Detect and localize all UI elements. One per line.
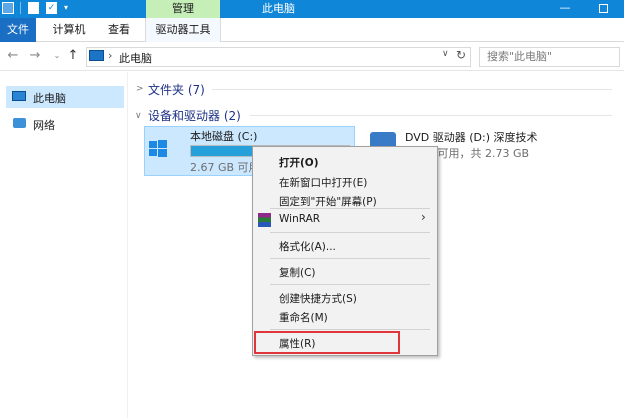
breadcrumb[interactable]: 此电脑 [119,50,152,66]
monitor-icon [89,50,104,61]
divider [250,115,612,116]
tab-file[interactable]: 文件 [0,18,36,42]
menu-separator [270,208,430,209]
winrar-icon [258,213,271,227]
windows-drive-icon [149,140,167,158]
drive-name: 本地磁盘 (C:) [190,130,258,143]
search-input[interactable]: 搜索"此电脑" [479,47,620,67]
drive-name[interactable]: DVD 驱动器 (D:) 深度技术 [405,129,538,145]
group-header-folders[interactable]: 文件夹 (7) [148,81,205,98]
refresh-icon[interactable]: ↻ [456,48,466,62]
tab-view[interactable]: 查看 [101,18,137,42]
tab-manage[interactable]: 管理 [146,0,220,18]
monitor-icon [2,2,14,14]
tab-computer[interactable]: 计算机 [44,18,94,42]
forward-icon[interactable]: → [28,48,42,64]
menu-item-open-new-window[interactable]: 在新窗口中打开(E) [279,175,367,190]
drive-free-space: 2.67 GB 可用 [190,161,260,174]
checkmark-icon[interactable]: ✓ [46,2,57,14]
back-icon[interactable]: ← [6,48,20,64]
chevron-right-icon[interactable]: > [136,84,144,94]
network-icon [13,118,26,128]
address-dropdown-icon[interactable]: ∨ [442,49,449,59]
minimize-button[interactable]: — [545,0,585,18]
sidebar-item-network[interactable]: 网络 [33,117,55,133]
menu-item-rename[interactable]: 重命名(M) [279,310,328,325]
divider [212,89,612,90]
maximize-button[interactable] [586,0,624,18]
menu-item-copy[interactable]: 复制(C) [279,265,316,280]
title-bar [0,0,624,18]
breadcrumb-separator[interactable]: › [108,49,112,62]
tab-drive-tools[interactable]: 驱动器工具 [145,18,221,42]
chevron-down-icon[interactable]: ∨ [135,111,142,121]
sidebar-item-label[interactable]: 此电脑 [33,90,66,106]
group-header-devices[interactable]: 设备和驱动器 (2) [148,107,241,124]
customize-dropdown-icon[interactable]: ▾ [64,2,74,14]
menu-separator [270,232,430,233]
highlight-box [254,331,400,354]
submenu-arrow-icon: › [421,210,426,224]
menu-separator [270,329,430,330]
window-title: 此电脑 [262,2,295,15]
menu-item-open[interactable]: 打开(O) [279,155,319,170]
menu-item-winrar[interactable]: WinRAR [279,213,320,225]
up-icon[interactable]: ↑ [66,48,80,64]
quick-access-divider [20,2,21,14]
recent-dropdown-icon[interactable]: ⌄ [50,48,64,64]
menu-separator [270,258,430,259]
menu-separator [270,284,430,285]
menu-item-format[interactable]: 格式化(A)... [279,239,336,254]
menu-item-create-shortcut[interactable]: 创建快捷方式(S) [279,291,357,306]
menu-item-pin-to-start[interactable]: 固定到"开始"屏幕(P) [279,194,377,209]
maximize-icon [599,4,608,13]
properties-icon[interactable] [28,2,39,14]
monitor-icon [12,91,26,101]
